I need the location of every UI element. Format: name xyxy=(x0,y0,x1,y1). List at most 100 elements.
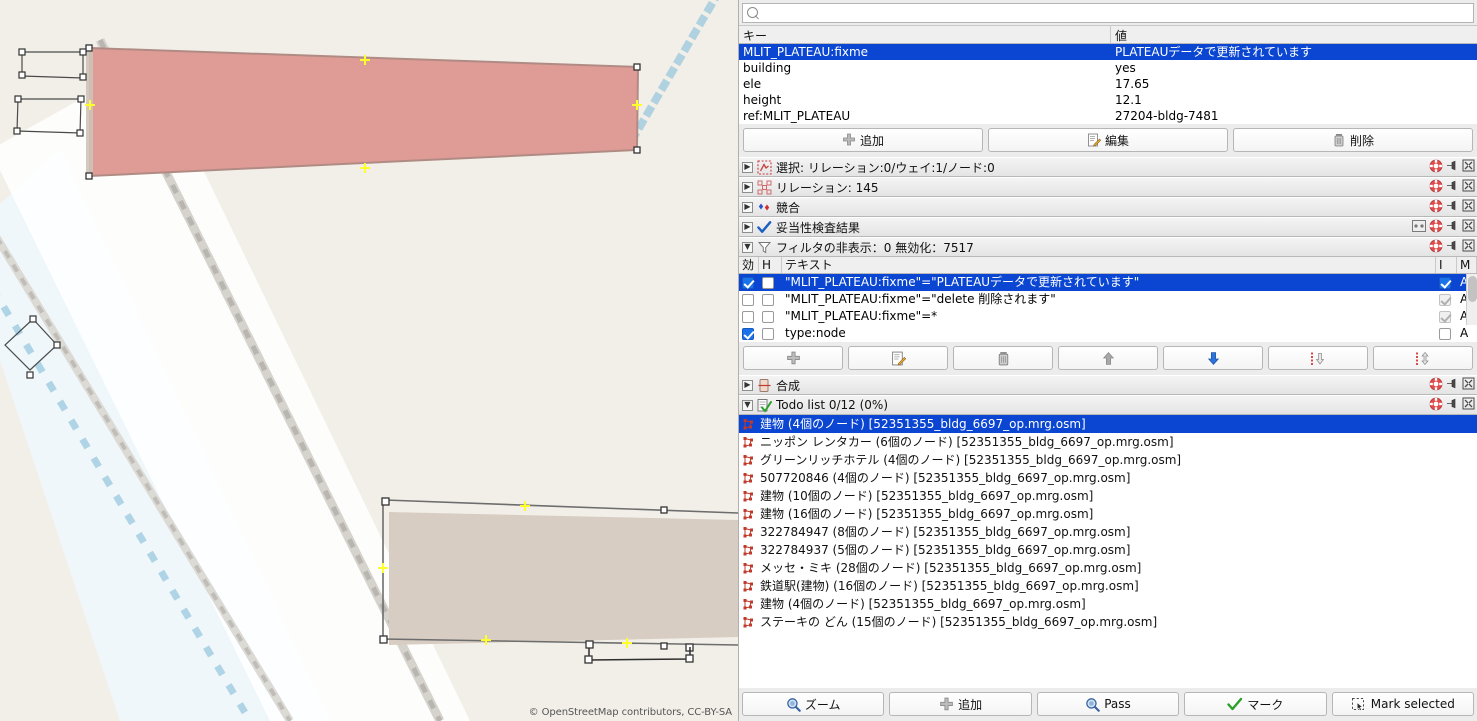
expand-icon[interactable]: ▶ xyxy=(742,201,753,213)
todo-list-item[interactable]: 建物 (4個のノード) [52351355_bldg_6697_op.mrg.o… xyxy=(739,595,1477,613)
search-input[interactable] xyxy=(763,5,1469,21)
todo-list-item[interactable]: 鉄道駅(建物) (16個のノード) [52351355_bldg_6697_op… xyxy=(739,577,1477,595)
delete-filter-button[interactable] xyxy=(953,346,1053,370)
todo-list-item[interactable]: 建物 (10個のノード) [52351355_bldg_6697_op.mrg.… xyxy=(739,487,1477,505)
todo-list-item[interactable]: 322784947 (8個のノード) [52351355_bldg_6697_o… xyxy=(739,523,1477,541)
todo-list-item[interactable]: ニッポン レンタカー (6個のノード) [52351355_bldg_6697_… xyxy=(739,433,1477,451)
collapse-icon[interactable]: ▼ xyxy=(742,399,753,411)
panel-pin-icon[interactable] xyxy=(1446,397,1459,413)
tag-key[interactable]: ref:MLIT_PLATEAU xyxy=(739,108,1111,124)
tag-row[interactable]: ele 17.65 xyxy=(739,76,1477,92)
search-box[interactable] xyxy=(742,3,1474,23)
filter-mode[interactable]: A xyxy=(1457,325,1477,342)
edit-tag-button[interactable]: 編集 xyxy=(988,128,1228,152)
filter-row[interactable]: type:node A xyxy=(739,325,1477,342)
panel-maximize-icon[interactable] xyxy=(1462,199,1475,215)
move-down-filter-button[interactable] xyxy=(1163,346,1263,370)
panel-help-icon[interactable] xyxy=(1429,159,1443,176)
tag-row[interactable]: ref:MLIT_PLATEAU 27204-bldg-7481 xyxy=(739,108,1477,124)
filter-inverted-checkbox[interactable] xyxy=(1436,276,1457,289)
section-header-selection[interactable]: ▶ 選択: リレーション:0/ウェイ:1/ノード:0 xyxy=(739,157,1477,177)
edit-filter-button[interactable] xyxy=(848,346,948,370)
tag-key[interactable]: MLIT_PLATEAU:fixme xyxy=(739,44,1111,60)
filter-enabled-checkbox[interactable] xyxy=(739,310,759,323)
filter-enabled-checkbox[interactable] xyxy=(739,327,759,340)
tag-key[interactable]: ele xyxy=(739,76,1111,92)
todo-add-button[interactable]: 追加 xyxy=(889,692,1032,716)
filter-row[interactable]: "MLIT_PLATEAU:fixme"=* A xyxy=(739,308,1477,325)
panel-pin-icon[interactable] xyxy=(1446,179,1459,195)
tag-value[interactable]: yes xyxy=(1111,60,1477,76)
panel-toggle-icon[interactable] xyxy=(1412,219,1426,235)
expand-icon[interactable]: ▶ xyxy=(742,379,753,391)
todo-mark-selected-button[interactable]: Mark selected xyxy=(1331,692,1475,716)
todo-list-item[interactable]: 建物 (4個のノード) [52351355_bldg_6697_op.mrg.o… xyxy=(739,415,1477,433)
filter-inverted-checkbox[interactable] xyxy=(1436,327,1457,340)
panel-maximize-icon[interactable] xyxy=(1462,179,1475,195)
sort-down-filter-button[interactable] xyxy=(1268,346,1368,370)
add-filter-button[interactable] xyxy=(743,346,843,370)
panel-help-icon[interactable] xyxy=(1429,179,1443,196)
panel-pin-icon[interactable] xyxy=(1446,239,1459,255)
todo-list-item[interactable]: ステーキの どん (15個のノード) [52351355_bldg_6697_o… xyxy=(739,613,1477,631)
filter-col-enabled[interactable]: 効 xyxy=(739,257,759,273)
section-header-todo[interactable]: ▼ Todo list 0/12 (0%) xyxy=(739,395,1477,415)
map-canvas[interactable]: © OpenStreetMap contributors, CC-BY-SA xyxy=(0,0,738,721)
todo-list[interactable]: 建物 (4個のノード) [52351355_bldg_6697_op.mrg.o… xyxy=(739,415,1477,688)
panel-maximize-icon[interactable] xyxy=(1462,159,1475,175)
panel-help-icon[interactable] xyxy=(1429,239,1443,256)
panel-maximize-icon[interactable] xyxy=(1462,377,1475,393)
panel-maximize-icon[interactable] xyxy=(1462,397,1475,413)
filter-inverted-checkbox[interactable] xyxy=(1436,293,1457,306)
add-tag-button[interactable]: 追加 xyxy=(743,128,983,152)
tag-value[interactable]: 12.1 xyxy=(1111,92,1477,108)
column-header-value[interactable]: 値 xyxy=(1111,26,1477,43)
panel-pin-icon[interactable] xyxy=(1446,377,1459,393)
panel-pin-icon[interactable] xyxy=(1446,199,1459,215)
filter-row[interactable]: "MLIT_PLATEAU:fixme"="PLATEAUデータで更新されていま… xyxy=(739,274,1477,291)
filter-table[interactable]: 効 H テキスト I M "MLIT_PLATEAU:fixme"="PLATE… xyxy=(739,257,1477,342)
todo-list-item[interactable]: メッセ・ミキ (28個のノード) [52351355_bldg_6697_op.… xyxy=(739,559,1477,577)
column-header-key[interactable]: キー xyxy=(739,26,1111,43)
filter-row[interactable]: "MLIT_PLATEAU:fixme"="delete 削除されます" A xyxy=(739,291,1477,308)
panel-help-icon[interactable] xyxy=(1429,397,1443,414)
filter-hidden-checkbox[interactable] xyxy=(759,293,782,306)
section-header-validation[interactable]: ▶ 妥当性検査結果 xyxy=(739,217,1477,237)
filter-hidden-checkbox[interactable] xyxy=(759,310,782,323)
tag-table[interactable]: キー 値 MLIT_PLATEAU:fixme PLATEAUデータで更新されてい… xyxy=(739,25,1477,124)
filter-col-text[interactable]: テキスト xyxy=(782,257,1436,273)
section-header-conflicts[interactable]: ▶ 競合 xyxy=(739,197,1477,217)
expand-icon[interactable]: ▶ xyxy=(742,161,753,173)
todo-list-item[interactable]: 507720846 (4個のノード) [52351355_bldg_6697_o… xyxy=(739,469,1477,487)
todo-list-item[interactable]: グリーンリッチホテル (4個のノード) [52351355_bldg_6697_… xyxy=(739,451,1477,469)
panel-maximize-icon[interactable] xyxy=(1462,219,1475,235)
expand-icon[interactable]: ▶ xyxy=(742,221,753,233)
filter-scrollbar-thumb[interactable] xyxy=(1468,276,1477,302)
filter-col-mode[interactable]: M xyxy=(1457,257,1477,273)
filter-col-hidden[interactable]: H xyxy=(759,257,782,273)
filter-enabled-checkbox[interactable] xyxy=(739,276,759,289)
move-up-filter-button[interactable] xyxy=(1058,346,1158,370)
tag-row[interactable]: building yes xyxy=(739,60,1477,76)
panel-help-icon[interactable] xyxy=(1429,219,1443,236)
filter-scrollbar[interactable] xyxy=(1466,274,1477,325)
filter-inverted-checkbox[interactable] xyxy=(1436,310,1457,323)
todo-pass-button[interactable]: Pass xyxy=(1036,692,1180,716)
tag-value[interactable]: 17.65 xyxy=(1111,76,1477,92)
tag-row[interactable]: MLIT_PLATEAU:fixme PLATEAUデータで更新されています xyxy=(739,44,1477,60)
panel-help-icon[interactable] xyxy=(1429,199,1443,216)
panel-maximize-icon[interactable] xyxy=(1462,239,1475,255)
todo-list-item[interactable]: 建物 (16個のノード) [52351355_bldg_6697_op.mrg.… xyxy=(739,505,1477,523)
todo-mark-button[interactable]: マーク xyxy=(1184,692,1327,716)
todo-zoom-button[interactable]: ズーム xyxy=(742,692,885,716)
section-header-merge[interactable]: ▶ 合成 xyxy=(739,375,1477,395)
collapse-icon[interactable]: ▼ xyxy=(742,241,753,253)
tag-value[interactable]: PLATEAUデータで更新されています xyxy=(1111,44,1477,60)
filter-col-inverted[interactable]: I xyxy=(1436,257,1457,273)
tag-key[interactable]: building xyxy=(739,60,1111,76)
filter-hidden-checkbox[interactable] xyxy=(759,327,782,340)
tag-key[interactable]: height xyxy=(739,92,1111,108)
sort-updown-filter-button[interactable] xyxy=(1373,346,1473,370)
delete-tag-button[interactable]: 削除 xyxy=(1233,128,1473,152)
section-header-relations[interactable]: ▶ リレーション: 145 xyxy=(739,177,1477,197)
